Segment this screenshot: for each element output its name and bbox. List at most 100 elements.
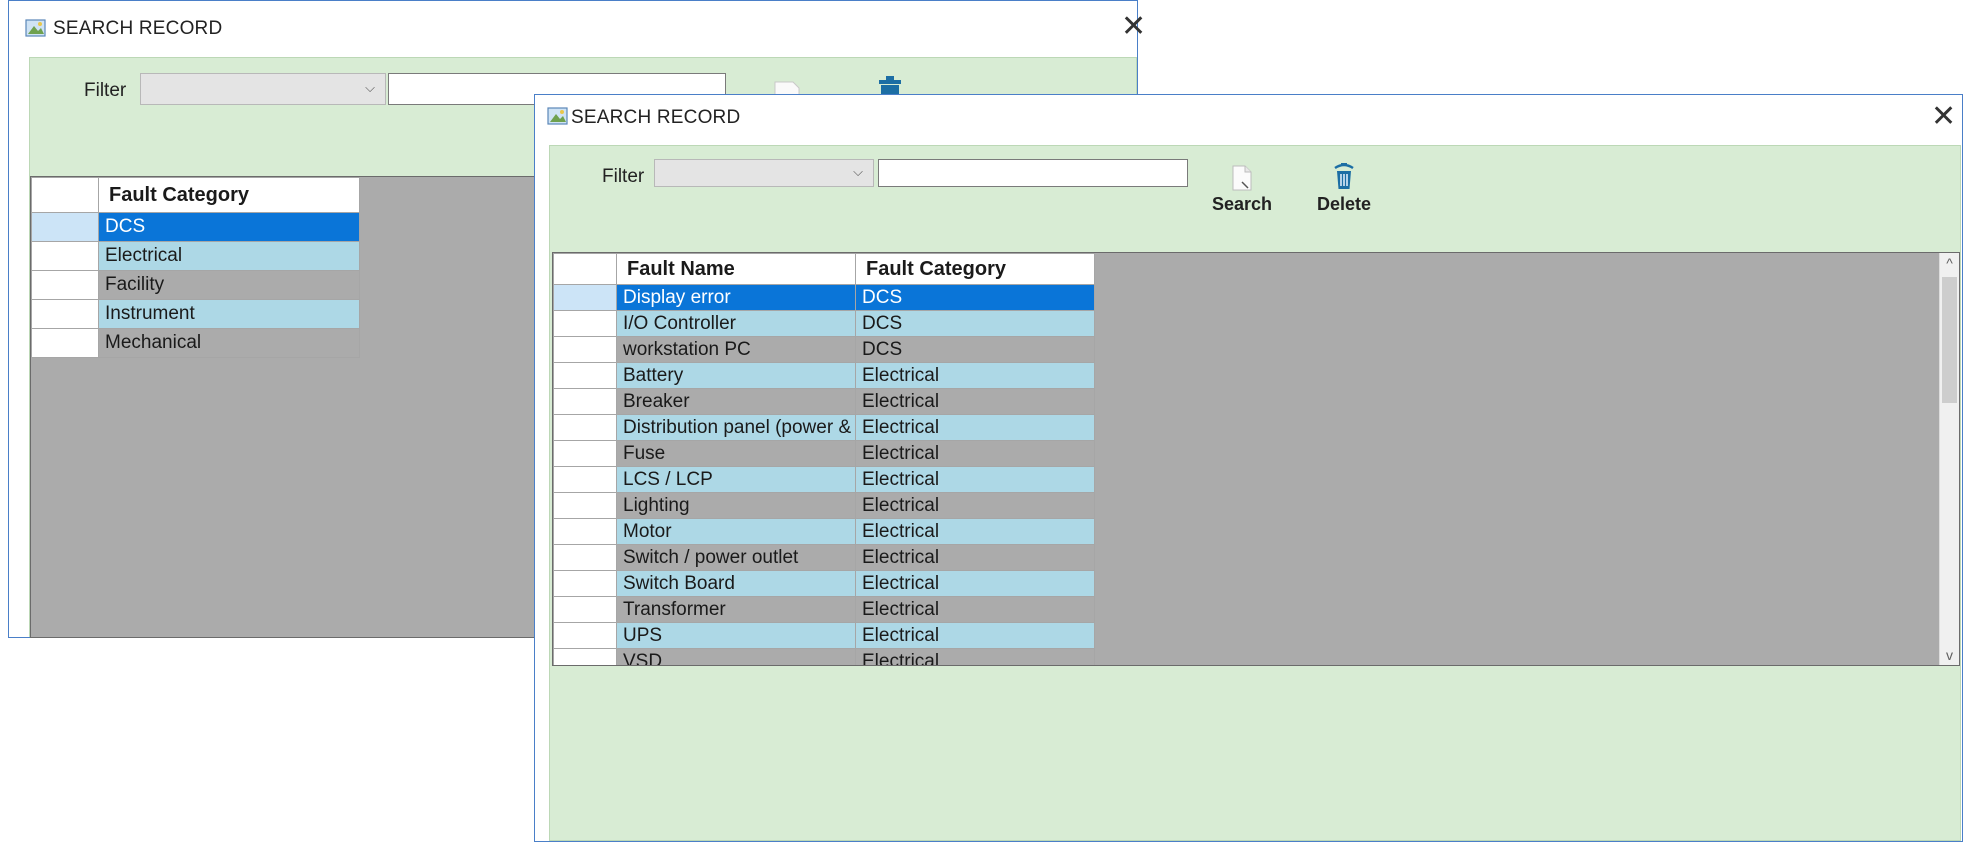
filter-label: Filter — [602, 166, 645, 187]
table-cell[interactable]: DCS — [98, 212, 360, 242]
table-cell[interactable]: Transformer — [616, 596, 856, 623]
row-header[interactable] — [553, 648, 617, 665]
table-cell[interactable]: Display error — [616, 284, 856, 311]
chevron-down-icon: ⌵ — [365, 80, 375, 96]
row-header[interactable] — [553, 414, 617, 441]
row-header[interactable] — [553, 388, 617, 415]
scroll-down-arrow[interactable]: v — [1940, 647, 1959, 663]
search-record-window-front[interactable]: SEARCH RECORD ✕ Filter ⌵ Search Delete F… — [534, 94, 1963, 842]
row-header[interactable] — [553, 336, 617, 363]
table-cell[interactable]: Electrical — [855, 648, 1095, 665]
row-header[interactable] — [553, 596, 617, 623]
table-cell[interactable]: Breaker — [616, 388, 856, 415]
table-cell[interactable]: UPS — [616, 622, 856, 649]
row-header[interactable] — [553, 466, 617, 493]
table-row[interactable]: Distribution panel (power & Electrical — [553, 414, 1095, 441]
table-cell[interactable]: Electrical — [855, 362, 1095, 389]
document-search-icon — [1232, 165, 1252, 191]
row-header[interactable] — [553, 310, 617, 337]
table-cell[interactable]: DCS — [855, 284, 1095, 311]
row-header[interactable] — [553, 518, 617, 545]
table-row[interactable]: Display error DCS — [553, 284, 1095, 311]
table-row[interactable]: I/O Controller DCS — [553, 310, 1095, 337]
table-cell[interactable]: Electrical — [855, 492, 1095, 519]
delete-button[interactable]: Delete — [1306, 162, 1382, 214]
table-cell[interactable]: Electrical — [855, 544, 1095, 571]
row-header[interactable] — [553, 440, 617, 467]
table-cell[interactable]: VSD — [616, 648, 856, 665]
row-header[interactable] — [553, 544, 617, 571]
row-header-corner — [31, 177, 99, 213]
results-grid[interactable]: Fault Name Fault Category Display error D… — [552, 252, 1960, 666]
table-cell[interactable]: Fuse — [616, 440, 856, 467]
results-table: Fault Name Fault Category Display error D… — [553, 253, 1095, 665]
table-row[interactable]: VSD Electrical — [553, 648, 1095, 665]
row-header[interactable] — [553, 622, 617, 649]
row-header[interactable] — [553, 492, 617, 519]
table-cell[interactable]: DCS — [855, 336, 1095, 363]
table-row[interactable]: Lighting Electrical — [553, 492, 1095, 519]
table-row[interactable]: LCS / LCP Electrical — [553, 466, 1095, 493]
table-row[interactable]: Battery Electrical — [553, 362, 1095, 389]
table-row[interactable]: Instrument — [31, 299, 360, 329]
table-row[interactable]: Facility — [31, 270, 360, 300]
column-header[interactable]: Fault Category — [98, 177, 360, 213]
row-header[interactable] — [31, 270, 99, 300]
title-bar[interactable]: SEARCH RECORD ✕ — [535, 95, 1962, 145]
row-header[interactable] — [31, 212, 99, 242]
table-cell[interactable]: Battery — [616, 362, 856, 389]
table-row[interactable]: Motor Electrical — [553, 518, 1095, 545]
row-header[interactable] — [31, 299, 99, 329]
table-cell[interactable]: LCS / LCP — [616, 466, 856, 493]
column-header[interactable]: Fault Category — [855, 253, 1095, 285]
table-cell[interactable]: Electrical — [855, 570, 1095, 597]
table-cell[interactable]: Mechanical — [98, 328, 360, 358]
table-cell[interactable]: I/O Controller — [616, 310, 856, 337]
filter-text-input[interactable] — [878, 159, 1188, 187]
table-row[interactable]: workstation PC DCS — [553, 336, 1095, 363]
row-header[interactable] — [31, 241, 99, 271]
row-header[interactable] — [553, 362, 617, 389]
table-row[interactable]: Transformer Electrical — [553, 596, 1095, 623]
table-cell[interactable]: Electrical — [855, 622, 1095, 649]
table-cell[interactable]: Switch Board — [616, 570, 856, 597]
filter-category-select[interactable]: ⌵ — [140, 73, 386, 105]
table-cell[interactable]: Distribution panel (power & — [616, 414, 856, 441]
table-cell[interactable]: Facility — [98, 270, 360, 300]
table-cell[interactable]: Electrical — [855, 466, 1095, 493]
table-cell[interactable]: Lighting — [616, 492, 856, 519]
row-header[interactable] — [553, 284, 617, 311]
vertical-scrollbar[interactable]: ^ v — [1939, 253, 1959, 665]
table-row[interactable]: Fuse Electrical — [553, 440, 1095, 467]
table-cell[interactable]: Electrical — [98, 241, 360, 271]
table-cell[interactable]: workstation PC — [616, 336, 856, 363]
table-cell[interactable]: Electrical — [855, 518, 1095, 545]
close-icon[interactable]: ✕ — [1121, 12, 1146, 42]
table-cell[interactable]: Motor — [616, 518, 856, 545]
table-cell[interactable]: Switch / power outlet — [616, 544, 856, 571]
title-bar[interactable]: SEARCH RECORD ✕ — [9, 1, 1146, 57]
table-cell[interactable]: DCS — [855, 310, 1095, 337]
table-row[interactable]: Mechanical — [31, 328, 360, 358]
column-header[interactable]: Fault Name — [616, 253, 856, 285]
scroll-thumb[interactable] — [1942, 277, 1957, 403]
table-cell[interactable]: Instrument — [98, 299, 360, 329]
row-header[interactable] — [553, 570, 617, 597]
results-table: Fault Category DCS Electrical Facility Inst… — [31, 177, 360, 358]
filter-category-select[interactable]: ⌵ — [654, 159, 874, 187]
scroll-up-arrow[interactable]: ^ — [1940, 255, 1959, 271]
row-header[interactable] — [31, 328, 99, 358]
search-button[interactable]: Search — [1206, 164, 1278, 214]
close-icon[interactable]: ✕ — [1931, 102, 1956, 132]
table-cell[interactable]: Electrical — [855, 414, 1095, 441]
table-row[interactable]: Switch Board Electrical — [553, 570, 1095, 597]
table-row[interactable]: Switch / power outlet Electrical — [553, 544, 1095, 571]
table-cell[interactable]: Electrical — [855, 440, 1095, 467]
table-cell[interactable]: Electrical — [855, 388, 1095, 415]
search-button-label: Search — [1211, 194, 1273, 214]
table-row[interactable]: Breaker Electrical — [553, 388, 1095, 415]
table-row[interactable]: DCS — [31, 212, 360, 242]
table-row[interactable]: Electrical — [31, 241, 360, 271]
table-cell[interactable]: Electrical — [855, 596, 1095, 623]
table-row[interactable]: UPS Electrical — [553, 622, 1095, 649]
